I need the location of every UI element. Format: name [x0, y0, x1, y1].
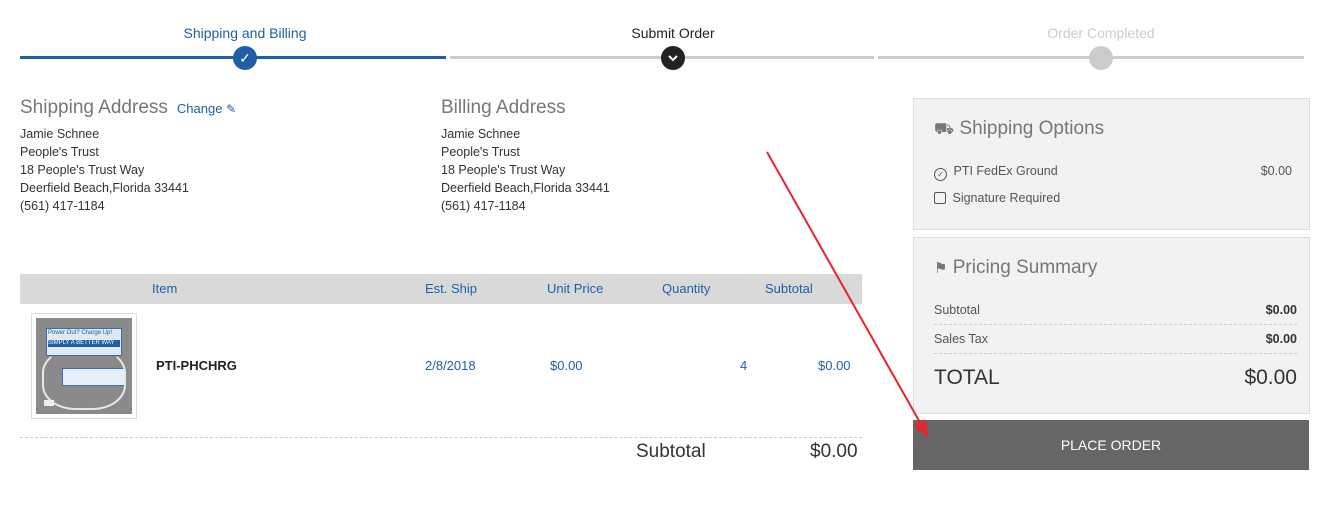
summary-divider-1 [934, 324, 1297, 325]
billing-address: Billing Address Jamie Schnee People's Tr… [441, 97, 821, 215]
shipping-option-fedex[interactable]: ✓ PTI FedEx Ground $0.00 [934, 164, 1292, 181]
row-divider [20, 437, 862, 438]
signature-required-label: Signature Required [952, 191, 1061, 205]
pending-step-dot [1089, 46, 1113, 70]
check-icon: ✓ [233, 46, 257, 70]
shipping-option-price: $0.00 [1260, 164, 1292, 178]
header-unit-price: Unit Price [547, 281, 604, 296]
summary-tax-label: Sales Tax [934, 332, 988, 346]
truck-icon: ⛟ [934, 121, 955, 138]
summary-total-value: $0.00 [1244, 366, 1297, 389]
pencil-icon: ✎ [226, 102, 237, 116]
billing-company: People's Trust [441, 145, 520, 159]
checked-circle-icon: ✓ [934, 168, 947, 181]
summary-subtotal-value: $0.00 [1265, 303, 1297, 317]
shipping-address: Shipping Address Change ✎ Jamie Schnee P… [20, 97, 400, 215]
pricing-summary-panel: ⚑ Pricing Summary Subtotal $0.00 Sales T… [913, 237, 1310, 414]
place-order-label: PLACE ORDER [1060, 437, 1162, 453]
product-sku: PTI-PHCHRG [156, 358, 237, 373]
chevron-down-icon [661, 46, 685, 70]
product-thumbnail[interactable]: Power Out? Charge Up! SIMPLY A BETTER WA… [31, 313, 137, 419]
shipping-street: 18 People's Trust Way [20, 163, 145, 177]
tag-icon: ⚑ [934, 260, 948, 277]
header-subtotal: Subtotal [765, 281, 813, 296]
change-label: Change [176, 101, 223, 116]
header-quantity: Quantity [662, 281, 711, 296]
shipping-options-heading: ⛟ Shipping Options [934, 118, 1104, 140]
header-est-ship: Est. Ship [425, 281, 478, 296]
change-link[interactable]: Change ✎ [177, 101, 236, 116]
billing-city: Deerfield Beach,Florida 33441 [441, 181, 610, 195]
shipping-options-panel: ⛟ Shipping Options ✓ PTI FedEx Ground $0… [913, 98, 1310, 230]
summary-total-row: TOTAL $0.00 [934, 366, 1297, 390]
est-ship-value: 2/8/2018 [425, 358, 476, 373]
step-order-completed: Order Completed [1047, 25, 1155, 41]
table-row: Power Out? Charge Up! SIMPLY A BETTER WA… [20, 308, 862, 436]
header-item: Item [152, 281, 178, 296]
summary-divider-2 [934, 353, 1297, 354]
billing-address-title: Billing Address [441, 97, 566, 118]
signature-required-checkbox[interactable]: Signature Required [934, 191, 1060, 205]
summary-total-label: TOTAL [934, 366, 1000, 389]
thumb-text-2: SIMPLY A BETTER WAY [48, 340, 120, 347]
summary-tax-row: Sales Tax $0.00 [934, 332, 1297, 346]
checkbox-icon [934, 192, 946, 204]
product-image: Power Out? Charge Up! SIMPLY A BETTER WA… [36, 318, 132, 414]
shipping-address-title: Shipping Address [20, 97, 168, 118]
shipping-company: People's Trust [20, 145, 99, 159]
footer-subtotal-label: Subtotal [636, 441, 706, 462]
shipping-phone: (561) 417-1184 [20, 199, 105, 213]
row-subtotal-value: $0.00 [818, 358, 851, 373]
summary-subtotal-row: Subtotal $0.00 [934, 303, 1297, 317]
usb-plug [44, 400, 54, 406]
shipping-options-title: Shipping Options [959, 118, 1105, 139]
shipping-city: Deerfield Beach,Florida 33441 [20, 181, 189, 195]
step-submit-order: Submit Order [631, 25, 715, 41]
billing-street: 18 People's Trust Way [441, 163, 566, 177]
place-order-button[interactable]: PLACE ORDER [913, 420, 1309, 470]
cable-shape [42, 348, 126, 410]
shipping-option-label: PTI FedEx Ground [953, 164, 1058, 178]
summary-subtotal-label: Subtotal [934, 303, 980, 317]
thumb-text-1: Power Out? Charge Up! [48, 330, 113, 336]
pricing-summary-heading: ⚑ Pricing Summary [934, 257, 1097, 279]
quantity-value: 4 [740, 358, 748, 373]
footer-subtotal-value: $0.00 [810, 441, 858, 462]
shipping-name: Jamie Schnee [20, 127, 100, 141]
step-shipping-billing[interactable]: Shipping and Billing [130, 25, 360, 41]
pricing-summary-title: Pricing Summary [952, 257, 1098, 278]
billing-name: Jamie Schnee [441, 127, 521, 141]
billing-phone: (561) 417-1184 [441, 199, 526, 213]
unit-price-value: $0.00 [550, 358, 583, 373]
summary-tax-value: $0.00 [1265, 332, 1297, 346]
